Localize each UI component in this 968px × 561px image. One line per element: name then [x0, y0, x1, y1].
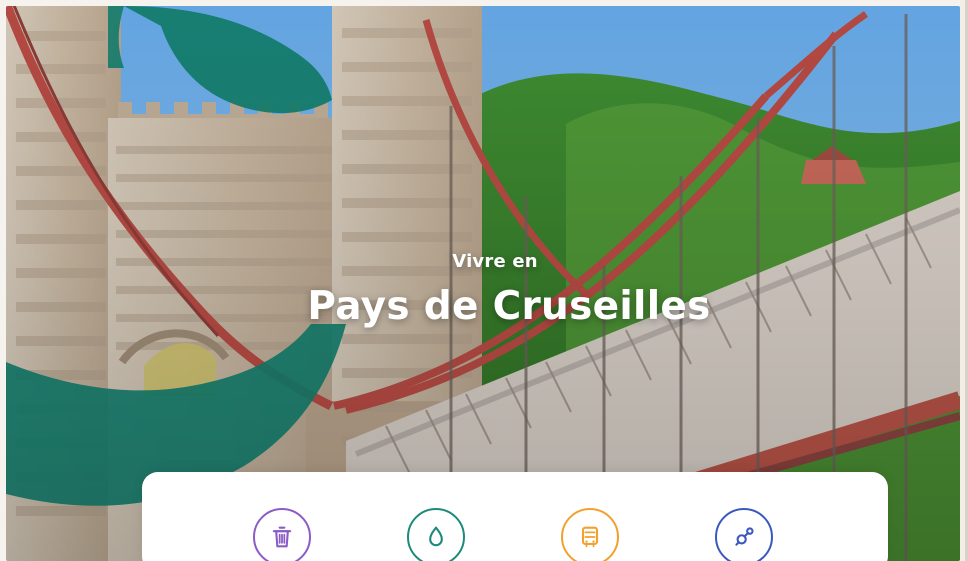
- pacifier-icon: [735, 527, 754, 546]
- hero-banner: Vivre en Pays de Cruseilles: [6, 6, 960, 561]
- trash-icon-button[interactable]: [253, 508, 311, 561]
- trash-icon: [272, 526, 292, 548]
- bus-icon: [581, 526, 599, 548]
- hero-kicker: Vivre en: [452, 251, 538, 272]
- water-drop-icon: [429, 526, 443, 547]
- hero-heading-group: Vivre en Pays de Cruseilles: [6, 250, 960, 330]
- bus-icon-button[interactable]: [561, 508, 619, 561]
- water-drop-icon-button[interactable]: [407, 508, 465, 561]
- page: Vivre en Pays de Cruseilles: [0, 0, 968, 561]
- pacifier-icon-button[interactable]: [715, 508, 773, 561]
- hero-title: Pays de Cruseilles: [307, 284, 711, 329]
- services-card: [142, 472, 888, 561]
